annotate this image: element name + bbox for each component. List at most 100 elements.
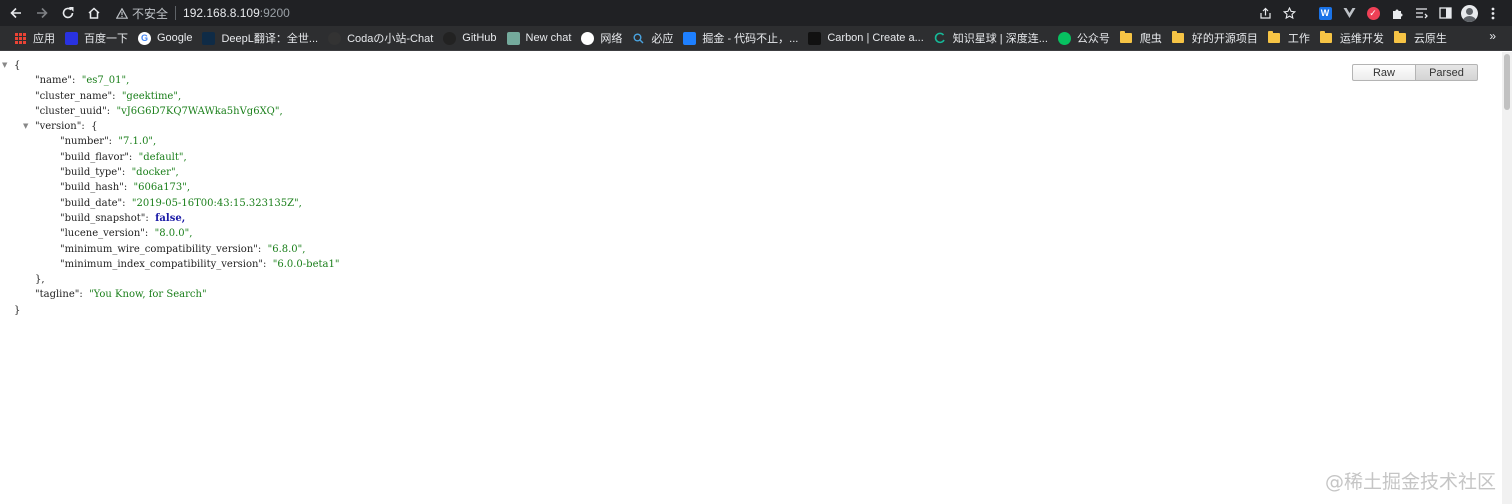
bookmark-label: 掘金 - 代码不止，... (702, 33, 799, 45)
forward-button[interactable] (31, 2, 53, 24)
bookmark-star-button[interactable] (1278, 2, 1300, 24)
bookmark-item[interactable]: 云原生 (1389, 27, 1452, 49)
json-value: "default", (138, 151, 187, 163)
bookmark-label: GitHub (462, 32, 497, 44)
json-key: "minimum_index_compatibility_version": (60, 258, 267, 270)
json-root-open: ▼{ (2, 58, 339, 73)
side-panel-button[interactable] (1434, 2, 1456, 24)
folder-icon (1119, 31, 1132, 43)
json-row-cluster-name: "cluster_name": "geektime", (8, 89, 339, 104)
json-viewer-page: ▼{ "name": "es7_01", "cluster_name": "ge… (0, 52, 1502, 504)
json-row-build-snapshot: "build_snapshot": false, (8, 211, 339, 226)
browser-menu-button[interactable] (1482, 2, 1504, 24)
w-extension-icon: W (1318, 6, 1332, 20)
bookmark-item[interactable]: 工作 (1263, 27, 1315, 49)
bookmark-item[interactable]: 掘金 - 代码不止，... (678, 27, 803, 49)
home-button[interactable] (83, 2, 105, 24)
json-version-close: }, (35, 274, 45, 286)
bookmark-label: 运维开发 (1339, 33, 1384, 45)
warning-triangle-icon (116, 7, 128, 19)
forward-arrow-icon (37, 7, 48, 19)
bookmark-item[interactable]: G Google (133, 27, 197, 49)
json-root-close: } (14, 304, 21, 316)
juejin-icon (683, 31, 697, 45)
json-key: "build_hash": (60, 182, 128, 194)
extensions-button[interactable] (1386, 2, 1408, 24)
puzzle-icon (1392, 9, 1402, 19)
raw-button[interactable]: Raw (1352, 64, 1416, 81)
json-key: "build_snapshot": (60, 212, 149, 224)
json-row-tagline: "tagline": "You Know, for Search" (8, 287, 339, 302)
bookmark-item[interactable]: 必应 (627, 27, 678, 49)
bookmark-item[interactable]: 公众号 (1053, 27, 1115, 49)
bookmark-item[interactable]: 应用 (9, 27, 60, 49)
extension-vue-button[interactable] (1338, 2, 1360, 24)
scrollbar-thumb[interactable] (1504, 54, 1510, 110)
reload-button[interactable] (57, 2, 79, 24)
reading-list-button[interactable] (1410, 2, 1432, 24)
bookmark-item[interactable]: 百度一下 (60, 27, 133, 49)
bookmark-item[interactable]: 爬虫 (1115, 27, 1167, 49)
zsxq-icon (934, 32, 947, 45)
json-value: "6.0.0-beta1" (272, 258, 340, 270)
apps-grid-icon (14, 32, 27, 45)
home-icon (88, 7, 100, 19)
json-key: "version": (35, 121, 85, 133)
bookmarks-overflow-chevron-icon[interactable]: » (1489, 29, 1496, 43)
wechat-icon (1057, 31, 1071, 45)
profile-button[interactable] (1458, 2, 1480, 24)
security-indicator[interactable]: 不安全 (116, 5, 168, 22)
extension-pocket-button[interactable]: ✓ (1362, 2, 1384, 24)
openai-icon (506, 31, 520, 45)
url-port: :9200 (259, 6, 290, 20)
bookmark-item[interactable]: 运维开发 (1315, 27, 1389, 49)
json-row-build-date: "build_date": "2019-05-16T00:43:15.32313… (8, 196, 339, 211)
parsed-button[interactable]: Parsed (1416, 64, 1478, 81)
bookmark-label: 云原生 (1413, 33, 1447, 45)
toolbar-actions: W ✓ (1253, 0, 1512, 26)
json-value: "606a173", (133, 182, 191, 194)
bookmark-item[interactable]: New chat (502, 27, 577, 49)
json-row-number: "number": "7.1.0", (8, 134, 339, 149)
bookmark-label: Google (157, 32, 193, 44)
bookmark-item[interactable]: Carbon | Create a... (803, 27, 928, 49)
reading-list-icon (1415, 8, 1428, 19)
bookmark-label: Carbon | Create a... (827, 32, 924, 44)
bookmark-label: 必应 (651, 33, 674, 45)
back-arrow-icon (10, 7, 21, 19)
folder-icon (1319, 31, 1332, 43)
json-value: "7.1.0", (118, 136, 157, 148)
json-row-build-hash: "build_hash": "606a173", (8, 180, 339, 195)
json-row-lucene-version: "lucene_version": "8.0.0", (8, 226, 339, 241)
extension-w-button[interactable]: W (1314, 2, 1336, 24)
bookmark-item[interactable]: 知识星球 | 深度连... (929, 27, 1053, 49)
view-mode-toggle: Raw Parsed (1352, 64, 1478, 81)
pocket-icon: ✓ (1366, 6, 1380, 20)
bookmark-item[interactable]: 网络 (576, 27, 627, 49)
share-button[interactable] (1254, 2, 1276, 24)
json-row-version: ▼ "version": { (8, 119, 339, 134)
json-key: "tagline": (35, 289, 83, 301)
collapse-version-toggle[interactable]: ▼ (23, 119, 28, 134)
bookmarks-bar: 应用 百度一下 G Google DeepL翻译：全世... Codaの小站-Chat Gi… (0, 26, 1512, 51)
json-key: "build_type": (60, 167, 126, 179)
panda-icon (581, 31, 595, 45)
bookmark-item[interactable]: DeepL翻译：全世... (197, 27, 323, 49)
browser-toolbar: 不安全 192.168.8.109 :9200 W ✓ (0, 0, 1512, 26)
json-row-build-type: "build_type": "docker", (8, 165, 339, 180)
watermark: @稀土掘金技术社区 (1324, 471, 1496, 493)
vertical-scrollbar[interactable] (1502, 52, 1512, 504)
json-key: "name": (35, 75, 76, 87)
bookmark-label: 应用 (33, 33, 55, 45)
bookmark-item[interactable]: 好的开源项目 (1167, 27, 1263, 49)
json-value: "2019-05-16T00:43:15.323135Z", (131, 197, 302, 209)
json-row-cluster-uuid: "cluster_uuid": "vJ6G6D7KQ7WAWka5hVg6XQ"… (8, 104, 339, 119)
back-button[interactable] (5, 2, 27, 24)
coda-icon (328, 31, 342, 45)
json-value: "6.8.0", (267, 243, 306, 255)
address-bar[interactable]: 不安全 192.168.8.109 :9200 (108, 2, 1236, 24)
bookmark-item[interactable]: Codaの小站-Chat (323, 27, 438, 49)
collapse-root-toggle[interactable]: ▼ (2, 58, 7, 73)
json-tree: ▼{ "name": "es7_01", "cluster_name": "ge… (2, 58, 340, 318)
bookmark-item[interactable]: GitHub (438, 27, 501, 49)
